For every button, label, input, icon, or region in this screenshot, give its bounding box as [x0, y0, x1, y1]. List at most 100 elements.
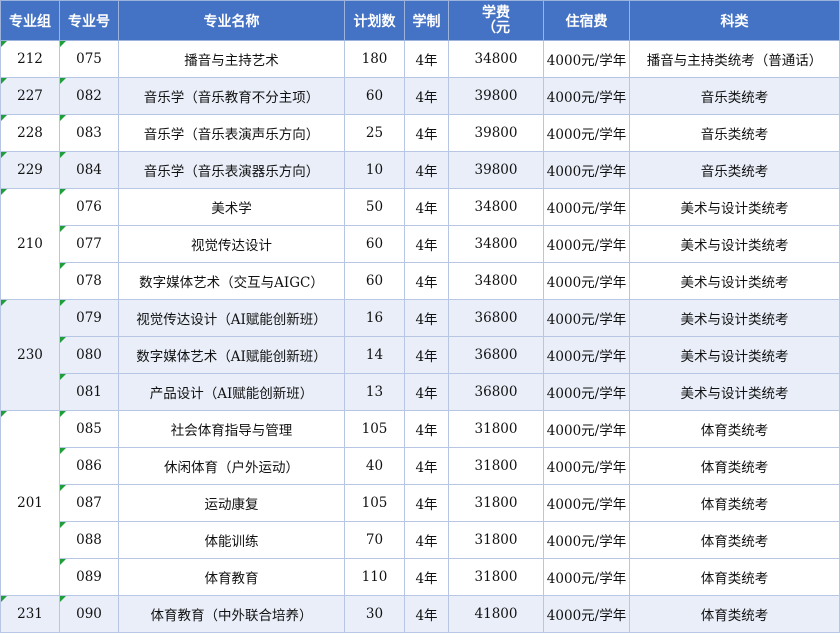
years-cell: 4年 — [404, 299, 449, 337]
code-cell: 076 — [59, 188, 119, 226]
years-cell: 4年 — [404, 114, 449, 152]
name-cell: 数字媒体艺术（交互与AIGC） — [118, 262, 345, 300]
dorm-cell: 4000元/学年 — [543, 114, 630, 152]
category-cell: 美术与设计类统考 — [629, 373, 840, 411]
code-cell: 075 — [59, 40, 119, 78]
table-row: 086 休闲体育（户外运动） 40 4年 31800 4000元/学年 体育类统考 — [1, 447, 840, 485]
header-dorm: 住宿费 — [543, 0, 630, 41]
dorm-cell: 4000元/学年 — [543, 299, 630, 337]
years-cell: 4年 — [404, 40, 449, 78]
code-cell: 081 — [59, 373, 119, 411]
dorm-cell: 4000元/学年 — [543, 447, 630, 485]
name-cell: 数字媒体艺术（AI赋能创新班） — [118, 336, 345, 374]
fee-cell: 31800 — [448, 484, 544, 522]
table-row: 229 084 音乐学（音乐表演器乐方向） 10 4年 39800 4000元/学年 音乐类统… — [0, 151, 840, 189]
name-cell: 运动康复 — [118, 484, 345, 522]
years-cell: 4年 — [404, 484, 449, 522]
dorm-cell: 4000元/学年 — [543, 77, 630, 115]
header-fee-line2: （元 — [482, 19, 510, 36]
table-row: 077 视觉传达设计 60 4年 34800 4000元/学年 美术与设计类统考 — [1, 225, 840, 263]
years-cell: 4年 — [404, 558, 449, 596]
plan-cell: 105 — [344, 484, 405, 522]
fee-cell: 31800 — [448, 410, 544, 448]
name-cell: 视觉传达设计（AI赋能创新班） — [118, 299, 345, 337]
code-cell: 079 — [59, 299, 119, 337]
group-cell: 231 — [0, 595, 60, 633]
table-row: 231 090 体育教育（中外联合培养） 30 4年 41800 4000元/学年 体育类统考 — [0, 595, 840, 633]
code-cell: 087 — [59, 484, 119, 522]
group-cell: 228 — [0, 114, 60, 152]
category-cell: 体育类统考 — [629, 595, 840, 633]
group-cell: 201 — [0, 410, 60, 596]
fee-cell: 31800 — [448, 521, 544, 559]
category-cell: 美术与设计类统考 — [629, 299, 840, 337]
code-cell: 083 — [59, 114, 119, 152]
plan-cell: 60 — [344, 262, 405, 300]
category-cell: 美术与设计类统考 — [629, 262, 840, 300]
dorm-cell: 4000元/学年 — [543, 484, 630, 522]
header-row: 专业组 专业号 专业名称 计划数 学制 学费 （元 住宿费 科类 — [0, 0, 840, 41]
category-cell: 音乐类统考 — [629, 114, 840, 152]
years-cell: 4年 — [404, 521, 449, 559]
header-category: 科类 — [629, 0, 840, 41]
dorm-cell: 4000元/学年 — [543, 373, 630, 411]
plan-cell: 180 — [344, 40, 405, 78]
table-row: 088 体能训练 70 4年 31800 4000元/学年 体育类统考 — [1, 521, 840, 559]
header-name: 专业名称 — [118, 0, 345, 41]
table-row: 227 082 音乐学（音乐教育不分主项） 60 4年 39800 4000元/学年 音乐类统… — [0, 77, 840, 115]
group-cell: 210 — [0, 188, 60, 300]
code-cell: 088 — [59, 521, 119, 559]
category-cell: 美术与设计类统考 — [629, 188, 840, 226]
dorm-cell: 4000元/学年 — [543, 521, 630, 559]
header-code: 专业号 — [59, 0, 119, 41]
table-row: 078 数字媒体艺术（交互与AIGC） 60 4年 34800 4000元/学年 美术与设计… — [1, 262, 840, 300]
header-fee: 学费 （元 — [448, 0, 544, 41]
plan-cell: 13 — [344, 373, 405, 411]
fee-cell: 34800 — [448, 40, 544, 78]
dorm-cell: 4000元/学年 — [543, 410, 630, 448]
enrollment-plan-table: 专业组 专业号 专业名称 计划数 学制 学费 （元 住宿费 科类 212 075 播音… — [0, 0, 840, 633]
plan-cell: 40 — [344, 447, 405, 485]
table-row: 081 产品设计（AI赋能创新班） 13 4年 36800 4000元/学年 美术与设计类统… — [1, 373, 840, 411]
name-cell: 体能训练 — [118, 521, 345, 559]
years-cell: 4年 — [404, 77, 449, 115]
table-row: 212 075 播音与主持艺术 180 4年 34800 4000元/学年 播音与主持类统考（… — [0, 40, 840, 78]
fee-cell: 39800 — [448, 151, 544, 189]
plan-cell: 30 — [344, 595, 405, 633]
plan-cell: 25 — [344, 114, 405, 152]
name-cell: 美术学 — [118, 188, 345, 226]
years-cell: 4年 — [404, 151, 449, 189]
fee-cell: 34800 — [448, 225, 544, 263]
category-cell: 体育类统考 — [629, 484, 840, 522]
table-row: 230 079 视觉传达设计（AI赋能创新班） 16 4年 36800 4000元/学年 美术… — [0, 299, 840, 411]
name-cell: 音乐学（音乐教育不分主项） — [118, 77, 345, 115]
table-row: 228 083 音乐学（音乐表演声乐方向） 25 4年 39800 4000元/学年 音乐类统… — [0, 114, 840, 152]
name-cell: 休闲体育（户外运动） — [118, 447, 345, 485]
years-cell: 4年 — [404, 188, 449, 226]
dorm-cell: 4000元/学年 — [543, 595, 630, 633]
years-cell: 4年 — [404, 447, 449, 485]
dorm-cell: 4000元/学年 — [543, 262, 630, 300]
name-cell: 视觉传达设计 — [118, 225, 345, 263]
plan-cell: 110 — [344, 558, 405, 596]
name-cell: 产品设计（AI赋能创新班） — [118, 373, 345, 411]
fee-cell: 39800 — [448, 114, 544, 152]
fee-cell: 31800 — [448, 447, 544, 485]
name-cell: 体育教育（中外联合培养） — [118, 595, 345, 633]
years-cell: 4年 — [404, 225, 449, 263]
table-row: 089 体育教育 110 4年 31800 4000元/学年 体育类统考 — [1, 558, 840, 596]
code-cell: 086 — [59, 447, 119, 485]
dorm-cell: 4000元/学年 — [543, 225, 630, 263]
table-row: 210 076 美术学 50 4年 34800 4000元/学年 美术与设计类统考 — [0, 188, 840, 300]
dorm-cell: 4000元/学年 — [543, 336, 630, 374]
code-cell: 090 — [59, 595, 119, 633]
years-cell: 4年 — [404, 336, 449, 374]
fee-cell: 34800 — [448, 262, 544, 300]
category-cell: 体育类统考 — [629, 521, 840, 559]
table-body: 212 075 播音与主持艺术 180 4年 34800 4000元/学年 播音与主持类统考（… — [0, 40, 840, 633]
name-cell: 音乐学（音乐表演器乐方向） — [118, 151, 345, 189]
code-cell: 084 — [59, 151, 119, 189]
plan-cell: 60 — [344, 77, 405, 115]
dorm-cell: 4000元/学年 — [543, 188, 630, 226]
category-cell: 体育类统考 — [629, 410, 840, 448]
